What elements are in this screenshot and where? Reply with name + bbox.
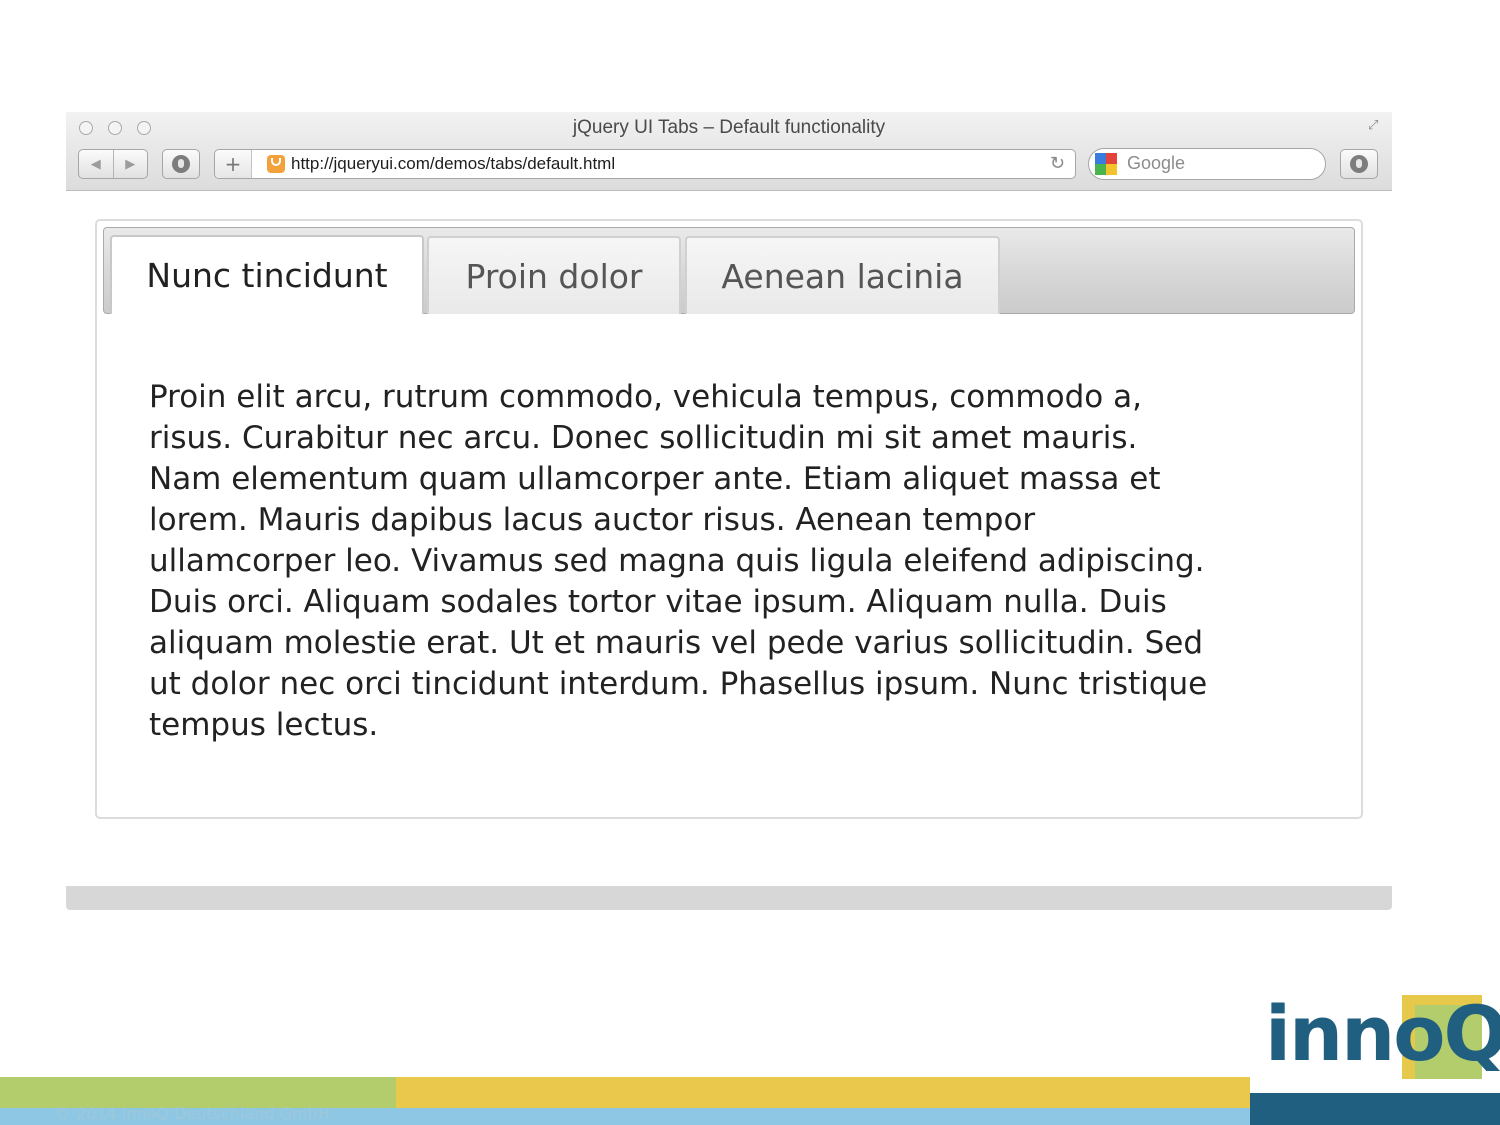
panel-line: aliquam molestie erat. Ut et mauris vel …: [149, 625, 1204, 661]
browser-window: jQuery UI Tabs – Default functionality ⤢…: [66, 112, 1392, 910]
panel-line: risus. Curabitur nec arcu. Donec sollici…: [149, 420, 1138, 456]
panel-line: Proin elit arcu, rutrum commodo, vehicul…: [149, 379, 1142, 415]
add-bookmark-icon[interactable]: +: [215, 150, 252, 178]
logo-text: innoQ: [1265, 989, 1500, 1078]
footer-stripe-dark-blue: [1250, 1093, 1500, 1125]
page-menu-icon: [1350, 155, 1368, 173]
page-menu-button[interactable]: [1340, 149, 1378, 179]
panel-line: Duis orci. Aliquam sodales tortor vitae …: [149, 584, 1167, 620]
browser-status-bar: [66, 886, 1392, 910]
tab-proin-dolor[interactable]: Proin dolor: [427, 236, 681, 314]
browser-toolbar: jQuery UI Tabs – Default functionality ⤢…: [66, 112, 1392, 191]
panel-line: ullamcorper leo. Vivamus sed magna quis …: [149, 543, 1205, 579]
window-title: jQuery UI Tabs – Default functionality: [572, 117, 886, 138]
panel-line: ut dolor nec orci tincidunt interdum. Ph…: [149, 666, 1208, 702]
panel-line: lorem. Mauris dapibus lacus auctor risus…: [149, 502, 1036, 538]
search-field[interactable]: Google: [1088, 148, 1326, 180]
address-bar[interactable]: + http://jqueryui.com/demos/tabs/default…: [214, 149, 1076, 179]
tab-aenean-lacinia[interactable]: Aenean lacinia: [685, 236, 1000, 314]
tab-nunc-tincidunt[interactable]: Nunc tincidunt: [110, 235, 424, 314]
panel-line: Nam elementum quam ullamcorper ante. Eti…: [149, 461, 1161, 497]
back-icon[interactable]: ◀: [79, 150, 113, 178]
tab-panel-text: Proin elit arcu, rutrum commodo, vehicul…: [149, 377, 1319, 746]
show-reader-button[interactable]: [162, 149, 200, 179]
reload-icon[interactable]: ↻: [1050, 153, 1065, 174]
nav-buttons: ◀ ▶: [78, 149, 148, 179]
tab-strip: Nunc tincidunt Proin dolor Aenean lacini…: [103, 227, 1355, 314]
panel-line: tempus lectus.: [149, 707, 379, 743]
search-placeholder: Google: [1127, 153, 1186, 173]
fullscreen-icon[interactable]: ⤢: [1368, 118, 1386, 136]
copyright-text: © 2014 innoQ Deutschland GmbH: [55, 1104, 330, 1123]
site-favicon-icon: [267, 155, 285, 173]
tabs-widget: Nunc tincidunt Proin dolor Aenean lacini…: [95, 219, 1363, 819]
reader-icon: [172, 155, 190, 173]
google-icon: [1095, 153, 1117, 175]
innoq-logo: innoQ: [1265, 989, 1500, 1080]
footer-stripe-yellow: [396, 1077, 1250, 1108]
forward-icon[interactable]: ▶: [112, 150, 148, 178]
url-text[interactable]: http://jqueryui.com/demos/tabs/default.h…: [291, 154, 615, 174]
